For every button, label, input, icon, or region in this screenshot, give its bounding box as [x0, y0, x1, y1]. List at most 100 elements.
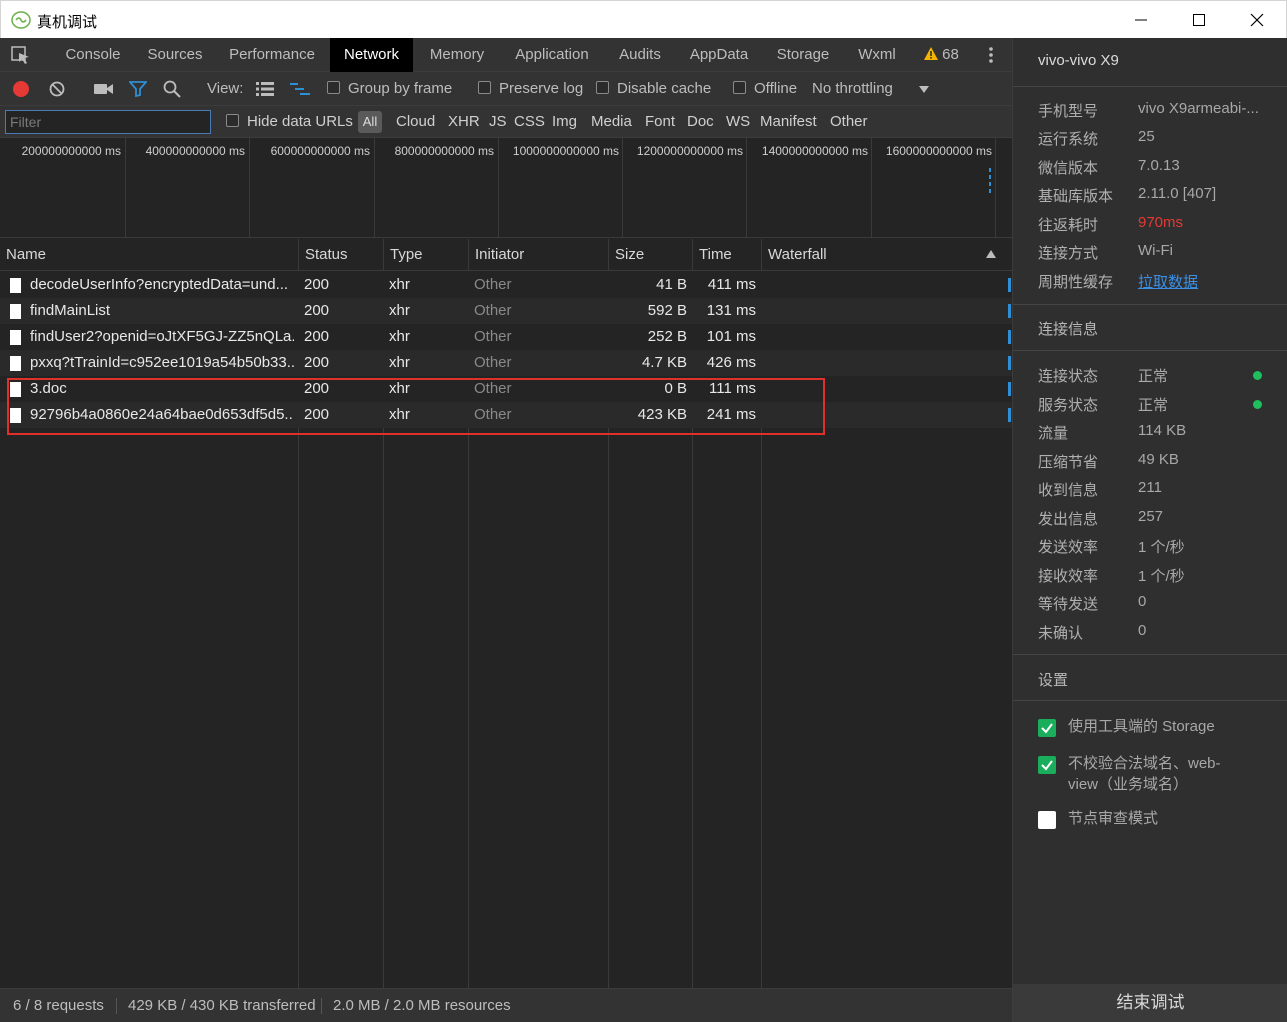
checkbox-unchecked[interactable] — [1038, 811, 1056, 829]
disable-cache-checkbox[interactable]: Disable cache — [596, 72, 711, 106]
show-overview-icon[interactable] — [290, 82, 310, 96]
setting-use-tool-storage[interactable]: 使用工具端的 Storage — [1038, 716, 1278, 742]
request-type: xhr — [389, 354, 410, 371]
request-initiator: Other — [474, 302, 512, 319]
preserve-log-checkbox[interactable]: Preserve log — [478, 72, 583, 106]
checkbox-checked[interactable] — [1038, 756, 1056, 774]
document-icon — [10, 356, 21, 371]
offline-checkbox[interactable]: Offline — [733, 72, 797, 106]
tab-performance[interactable]: Performance — [216, 38, 328, 72]
setting-node-inspect-mode[interactable]: 节点审查模式 — [1038, 808, 1278, 834]
transferred-size: 429 KB / 430 KB transferred — [128, 997, 316, 1014]
table-row[interactable]: 92796b4a0860e24a64bae0d653df5d5... 200 x… — [0, 402, 1012, 428]
request-time: 426 ms — [706, 354, 756, 371]
checkbox-box — [478, 81, 491, 94]
table-row[interactable]: findUser2?openid=oJtXF5GJ-ZZ5nQLa... 200… — [0, 324, 1012, 350]
overview-tick: 800000000000 ms — [375, 138, 499, 238]
tab-memory[interactable]: Memory — [415, 38, 499, 72]
minimize-icon — [1135, 19, 1147, 21]
filter-type-img[interactable]: Img — [552, 106, 577, 138]
close-icon — [1250, 13, 1264, 27]
info-row-wechat-version: 微信版本 7.0.13 — [1038, 157, 1283, 181]
chevron-down-icon[interactable] — [919, 86, 929, 93]
throttling-select[interactable]: No throttling — [812, 72, 893, 106]
conn-value: 114 KB — [1138, 422, 1187, 439]
record-icon[interactable] — [13, 81, 29, 97]
filter-type-manifest[interactable]: Manifest — [760, 106, 817, 138]
tab-network[interactable]: Network — [330, 38, 413, 72]
window-titlebar: 真机调试 — [0, 0, 1287, 38]
request-status: 200 — [304, 328, 330, 345]
column-header-size[interactable]: Size — [609, 239, 693, 271]
filter-type-cloud[interactable]: Cloud — [396, 106, 435, 138]
overview-tick-label: 1400000000000 ms — [761, 144, 868, 158]
column-header-initiator[interactable]: Initiator — [469, 239, 609, 271]
tab-storage[interactable]: Storage — [763, 38, 843, 72]
filter-type-doc[interactable]: Doc — [687, 106, 714, 138]
tab-audits[interactable]: Audits — [605, 38, 675, 72]
info-key: 连接方式 — [1038, 245, 1099, 262]
clear-icon[interactable] — [49, 81, 65, 97]
column-header-type[interactable]: Type — [384, 239, 469, 271]
network-overview[interactable]: 200000000000 ms 400000000000 ms 60000000… — [0, 138, 1012, 238]
tab-console[interactable]: Console — [52, 38, 134, 72]
filter-type-css[interactable]: CSS — [514, 106, 545, 138]
filter-type-font[interactable]: Font — [645, 106, 675, 138]
large-rows-icon[interactable] — [256, 82, 274, 96]
filter-type-ws[interactable]: WS — [726, 106, 750, 138]
request-size: 0 B — [664, 380, 687, 397]
inspect-element-icon[interactable] — [10, 45, 32, 65]
capture-screenshots-icon[interactable] — [94, 82, 114, 96]
status-ok-dot — [1253, 371, 1262, 380]
filter-type-media[interactable]: Media — [591, 106, 632, 138]
sort-ascending-icon[interactable] — [986, 250, 996, 258]
column-header-waterfall[interactable]: Waterfall — [762, 239, 1012, 271]
tab-appdata[interactable]: AppData — [677, 38, 761, 72]
overview-tick-label: 600000000000 ms — [270, 144, 370, 158]
info-value: 2.11.0 [407] — [1138, 185, 1217, 202]
table-row[interactable]: findMainList 200 xhr Other 592 B 131 ms — [0, 298, 1012, 324]
request-name: pxxq?tTrainId=c952ee1019a54b50b33... — [30, 354, 294, 371]
overview-tick: 1000000000000 ms — [499, 138, 623, 238]
filter-icon[interactable] — [129, 81, 147, 97]
table-row[interactable]: decodeUserInfo?encryptedData=und... 200 … — [0, 272, 1012, 298]
request-count: 6 / 8 requests — [13, 997, 104, 1014]
info-value: vivo X9armeabi-... — [1138, 100, 1259, 117]
tab-wxml[interactable]: Wxml — [845, 38, 909, 72]
warning-counter[interactable]: 68 — [924, 38, 959, 72]
setting-skip-domain-check[interactable]: 不校验合法域名、web-view（业务域名） — [1038, 753, 1278, 797]
fetch-data-link[interactable]: 拉取数据 — [1138, 271, 1198, 292]
column-header-name[interactable]: Name — [0, 239, 299, 271]
maximize-button[interactable] — [1170, 1, 1228, 39]
offline-label: Offline — [754, 80, 798, 97]
hide-data-urls-checkbox[interactable]: Hide data URLs — [226, 106, 353, 138]
conn-row-compression: 压缩节省 49 KB — [1038, 451, 1283, 475]
request-type: xhr — [389, 302, 410, 319]
checkbox-checked[interactable] — [1038, 719, 1056, 737]
end-debugging-button[interactable]: 结束调试 — [1013, 984, 1287, 1022]
table-row[interactable]: 3.doc 200 xhr Other 0 B 111 ms — [0, 376, 1012, 402]
filter-type-js[interactable]: JS — [489, 106, 507, 138]
group-by-frame-checkbox[interactable]: Group by frame — [327, 72, 452, 106]
minimize-button[interactable] — [1112, 1, 1170, 39]
filter-input[interactable] — [5, 110, 211, 134]
more-options-icon[interactable] — [984, 44, 998, 66]
conn-key: 流量 — [1038, 425, 1069, 442]
conn-key: 发送效率 — [1038, 539, 1099, 556]
waterfall-bar — [1008, 356, 1011, 370]
filter-type-xhr[interactable]: XHR — [448, 106, 480, 138]
column-header-time[interactable]: Time — [693, 239, 762, 271]
overview-tick: 1600000000000 ms — [872, 138, 996, 238]
close-button[interactable] — [1228, 1, 1286, 39]
setting-label: 使用工具端的 Storage — [1068, 718, 1215, 735]
conn-row-traffic: 流量 114 KB — [1038, 422, 1283, 446]
table-row[interactable]: pxxq?tTrainId=c952ee1019a54b50b33... 200… — [0, 350, 1012, 376]
tab-sources[interactable]: Sources — [134, 38, 216, 72]
tab-application[interactable]: Application — [501, 38, 603, 72]
column-header-status[interactable]: Status — [299, 239, 384, 271]
conn-key: 接收效率 — [1038, 568, 1099, 585]
filter-type-other[interactable]: Other — [830, 106, 868, 138]
search-icon[interactable] — [163, 80, 181, 98]
filter-type-all[interactable]: All — [358, 111, 382, 133]
waterfall-bar — [1008, 304, 1011, 318]
